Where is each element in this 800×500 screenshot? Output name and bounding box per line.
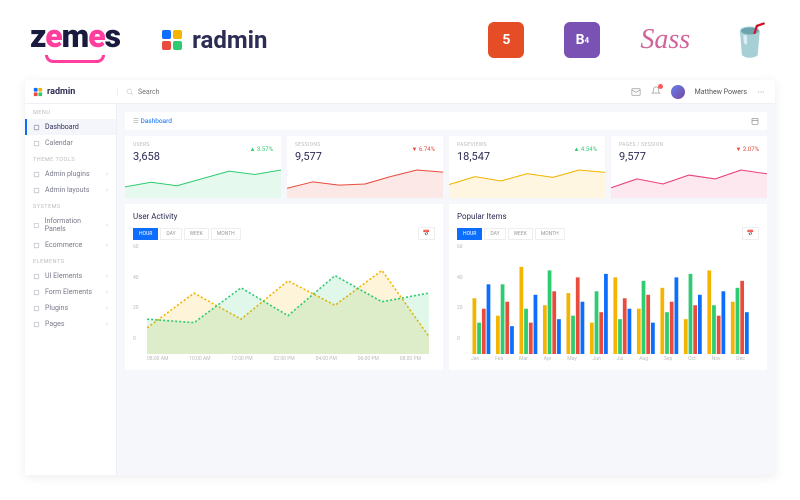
search-bar[interactable]	[117, 88, 621, 96]
stat-card-users: USERS 3,658 ▲ 3.57%	[125, 136, 281, 198]
menu-item-label: Admin layouts	[45, 186, 89, 194]
date-picker[interactable]: 📅	[418, 227, 435, 240]
gulp-logo-icon: 🥤	[730, 21, 770, 59]
tab-hour[interactable]: HOUR	[457, 228, 482, 240]
app-header: radmin Matthew Powers	[25, 80, 775, 104]
panel-title: User Activity	[133, 212, 177, 221]
sidebar-item-pages[interactable]: Pages ›	[25, 316, 116, 332]
cart-icon	[33, 242, 40, 249]
brand[interactable]: radmin	[25, 87, 117, 97]
plugin-icon	[33, 305, 40, 312]
user-name: Matthew Powers	[695, 88, 747, 96]
panel-title: Popular Items	[457, 212, 507, 221]
menu-item-label: Plugins	[45, 304, 68, 312]
stat-card-pages-session: PAGES / SESSION 9,577 ▼ 2.07%	[611, 136, 767, 198]
stat-change: ▲ 4.54%	[573, 146, 597, 153]
menu-item-label: Information Panels	[45, 217, 101, 233]
tab-day[interactable]: DAY	[484, 228, 505, 240]
app-window: radmin Matthew Powers MENU Dashboard Calen…	[25, 80, 775, 475]
range-tabs: HOURDAYWEEKMONTH	[133, 228, 241, 240]
date-picker[interactable]: 📅	[742, 227, 759, 240]
calendar-icon	[33, 140, 40, 147]
sidebar-item-admin-plugins[interactable]: Admin plugins ›	[25, 166, 116, 182]
user-activity-chart: 6040200	[133, 244, 435, 354]
grid-icon	[33, 124, 40, 131]
form-icon	[33, 289, 40, 296]
chevron-right-icon: ›	[106, 186, 108, 194]
sidebar-item-admin-layouts[interactable]: Admin layouts ›	[25, 182, 116, 198]
menu-item-label: Pages	[45, 320, 64, 328]
tab-hour[interactable]: HOUR	[133, 228, 158, 240]
sparkline	[611, 166, 767, 198]
sidebar-item-form-elements[interactable]: Form Elements ›	[25, 284, 116, 300]
promo-logo-bar: zemes radmin 5 B4 Sass 🥤	[0, 0, 800, 80]
plug-icon	[33, 171, 40, 178]
html5-badge-icon: 5	[488, 22, 524, 58]
popular-items-chart: 6040200	[457, 244, 759, 354]
mail-icon[interactable]	[631, 87, 641, 97]
main-content: ☰ Dashboard USERS 3,658 ▲ 3.57% SESSIONS…	[117, 104, 775, 475]
sidebar-item-information-panels[interactable]: Information Panels ›	[25, 213, 116, 237]
sass-logo-icon: Sass	[640, 24, 690, 56]
sidebar-item-ui-elements[interactable]: UI Elements ›	[25, 268, 116, 284]
menu-item-label: Ecommerce	[45, 241, 82, 249]
search-icon	[126, 88, 134, 96]
tab-week[interactable]: WEEK	[508, 228, 533, 240]
stat-card-sessions: SESSIONS 9,577 ▼ 6.74%	[287, 136, 443, 198]
stat-change: ▲ 3.57%	[249, 146, 273, 153]
chevron-right-icon: ›	[106, 241, 108, 249]
info-icon	[33, 222, 40, 229]
menu-section-label: SYSTEMS	[25, 198, 116, 213]
user-activity-panel: User Activity HOURDAYWEEKMONTH 📅 6040200…	[125, 204, 443, 370]
menu-item-label: Dashboard	[45, 123, 79, 131]
tab-month[interactable]: MONTH	[535, 228, 565, 240]
layout-icon	[33, 187, 40, 194]
sparkline	[287, 166, 443, 198]
sidebar: MENUDashboardCalendarTHEME TOOLSAdmin pl…	[25, 104, 117, 475]
sidebar-item-calendar[interactable]: Calendar	[25, 135, 116, 151]
avatar[interactable]	[671, 85, 685, 99]
search-input[interactable]	[138, 88, 613, 96]
chevron-right-icon: ›	[106, 304, 108, 312]
stat-card-pageviews: PAGEVIEWS 18,547 ▲ 4.54%	[449, 136, 605, 198]
chevron-right-icon: ›	[106, 170, 108, 178]
radmin-logo: radmin	[160, 26, 267, 54]
popular-items-panel: Popular Items HOURDAYWEEKMONTH 📅 6040200…	[449, 204, 767, 370]
menu-section-label: MENU	[25, 104, 116, 119]
stats-row: USERS 3,658 ▲ 3.57% SESSIONS 9,577 ▼ 6.7…	[125, 136, 767, 198]
breadcrumb: ☰ Dashboard	[125, 112, 767, 130]
sparkline	[449, 166, 605, 198]
bootstrap-badge-icon: B4	[564, 22, 600, 58]
chevron-right-icon: ›	[106, 320, 108, 328]
menu-section-label: THEME TOOLS	[25, 151, 116, 166]
stat-change: ▼ 2.07%	[735, 146, 759, 153]
sidebar-item-dashboard[interactable]: Dashboard	[25, 119, 116, 135]
range-tabs: HOURDAYWEEKMONTH	[457, 228, 565, 240]
menu-item-label: Admin plugins	[45, 170, 90, 178]
stat-change: ▼ 6.74%	[411, 146, 435, 153]
sidebar-item-ecommerce[interactable]: Ecommerce ›	[25, 237, 116, 253]
chevron-right-icon: ›	[106, 221, 108, 229]
tab-day[interactable]: DAY	[160, 228, 181, 240]
chevron-right-icon: ›	[106, 288, 108, 296]
menu-item-label: UI Elements	[45, 272, 82, 280]
sparkline	[125, 166, 281, 198]
zemez-logo: zemes	[30, 17, 120, 63]
tab-month[interactable]: MONTH	[211, 228, 241, 240]
menu-item-label: Calendar	[45, 139, 73, 147]
calendar-icon[interactable]	[751, 117, 759, 125]
more-icon[interactable]	[757, 88, 765, 96]
menu-section-label: ELEMENTS	[25, 253, 116, 268]
menu-item-label: Form Elements	[45, 288, 92, 296]
page-icon	[33, 321, 40, 328]
notifications-button[interactable]	[651, 86, 661, 98]
sidebar-item-plugins[interactable]: Plugins ›	[25, 300, 116, 316]
ui-icon	[33, 273, 40, 280]
tab-week[interactable]: WEEK	[184, 228, 209, 240]
chevron-right-icon: ›	[106, 272, 108, 280]
